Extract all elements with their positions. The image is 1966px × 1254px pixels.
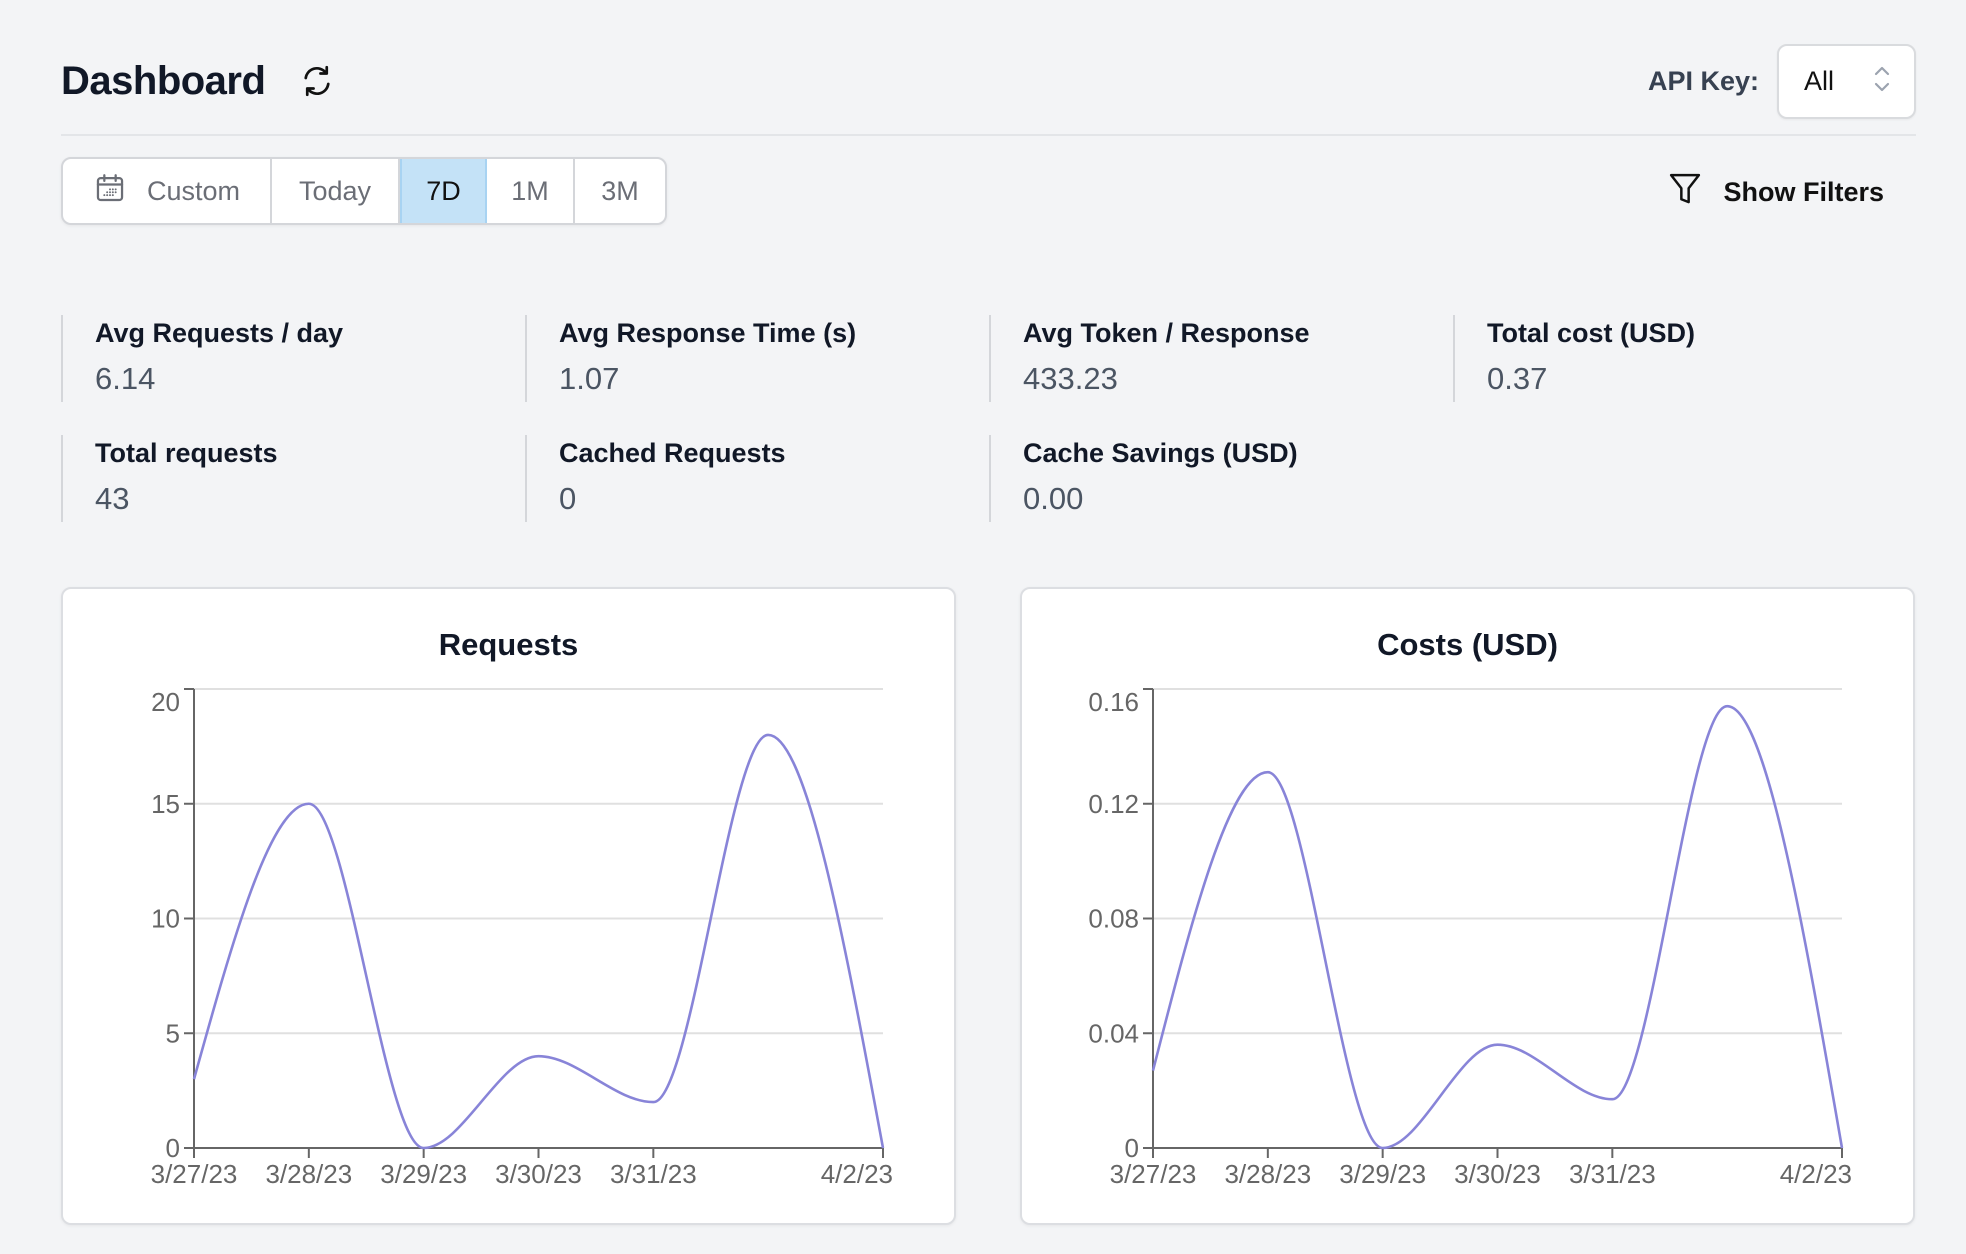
x-tick-label: 3/31/23 — [1569, 1159, 1656, 1189]
costs-chart-card: Costs (USD) 0 0.04 0.08 0.12 0.16 3/27/23 3/28… — [1020, 587, 1915, 1225]
show-filters-label: Show Filters — [1723, 177, 1884, 207]
y-tick-label: 0.16 — [1088, 687, 1139, 717]
stat-total-requests: Total requests 43 — [61, 435, 501, 522]
x-tick-label: 3/30/23 — [1454, 1159, 1541, 1189]
time-range-selector: Custom Today 7D 1M 3M — [61, 157, 667, 225]
y-tick-label: 0.04 — [1088, 1018, 1139, 1048]
series-line — [1151, 704, 1844, 1150]
stat-value: 43 — [95, 481, 130, 516]
stat-label: Avg Token / Response — [1023, 318, 1310, 348]
series-line — [192, 733, 885, 1150]
stat-avg-token-per-response: Avg Token / Response 433.23 — [989, 315, 1429, 402]
y-tick-label: 5 — [166, 1018, 180, 1048]
range-1m-button[interactable]: 1M — [487, 159, 575, 223]
x-tick-label: 3/27/23 — [1110, 1159, 1197, 1189]
range-3m-label: 3M — [601, 175, 639, 206]
stat-label: Avg Requests / day — [95, 318, 344, 348]
stat-cached-requests: Cached Requests 0 — [525, 435, 965, 522]
page-title: Dashboard — [61, 58, 266, 103]
range-7d-label: 7D — [426, 175, 461, 206]
x-tick-label: 3/27/23 — [151, 1159, 238, 1189]
stat-value: 0 — [559, 481, 577, 516]
requests-chart-card: Requests 0 5 10 15 20 3/27/23 3/28/23 3/29/23 3/… — [61, 587, 956, 1225]
x-tick-label: 4/2/23 — [821, 1159, 893, 1189]
range-today-label: Today — [298, 175, 372, 206]
chevron-up-down-icon — [1872, 63, 1892, 100]
api-key-label: API Key: — [1647, 65, 1759, 96]
stat-value: 0.37 — [1487, 361, 1548, 396]
x-tick-label: 3/28/23 — [1224, 1159, 1311, 1189]
stat-cache-savings: Cache Savings (USD) 0.00 — [989, 435, 1429, 522]
range-1m-label: 1M — [511, 175, 549, 206]
stat-label: Total requests — [95, 438, 278, 468]
y-tick-label: 15 — [151, 789, 180, 819]
range-7d-button[interactable]: 7D — [400, 159, 487, 223]
stat-value: 0.00 — [1023, 481, 1084, 516]
calendar-icon — [93, 171, 127, 212]
stat-total-cost: Total cost (USD) 0.37 — [1453, 315, 1893, 402]
stat-avg-response-time: Avg Response Time (s) 1.07 — [525, 315, 965, 402]
x-tick-label: 3/28/23 — [265, 1159, 352, 1189]
x-tick-label: 3/29/23 — [380, 1159, 467, 1189]
title-group: Dashboard — [61, 59, 335, 104]
x-tick-label: 4/2/23 — [1780, 1159, 1852, 1189]
x-tick-label: 3/30/23 — [495, 1159, 582, 1189]
refresh-icon[interactable] — [299, 63, 335, 99]
stat-label: Total cost (USD) — [1487, 318, 1695, 348]
y-tick-label: 0.08 — [1088, 904, 1139, 934]
filter-icon — [1667, 170, 1703, 215]
range-custom-button[interactable]: Custom — [63, 159, 272, 223]
stat-value: 433.23 — [1023, 361, 1118, 396]
y-tick-label: 0.12 — [1088, 789, 1139, 819]
range-custom-label: Custom — [146, 175, 241, 206]
stat-value: 1.07 — [559, 361, 620, 396]
api-key-select[interactable]: All — [1777, 43, 1916, 119]
range-today-button[interactable]: Today — [272, 159, 400, 223]
x-tick-label: 3/29/23 — [1339, 1159, 1426, 1189]
api-key-filter: API Key: All — [1647, 43, 1916, 119]
y-tick-label: 20 — [151, 687, 180, 717]
costs-chart: 00.040.080.120.163/27/23 3/28/23 3/29/23 3/… — [1088, 687, 1852, 1189]
x-tick-label: 3/31/23 — [610, 1159, 697, 1189]
page-header: Dashboard API Key: All — [61, 40, 1916, 136]
api-key-selected-value: All — [1804, 65, 1835, 96]
show-filters-button[interactable]: Show Filters — [1667, 170, 1884, 215]
stat-label: Cache Savings (USD) — [1023, 438, 1298, 468]
range-3m-button[interactable]: 3M — [575, 159, 665, 223]
requests-chart: 051015203/27/23 3/28/23 3/29/23 3/30/23 3/31… — [151, 687, 893, 1189]
stat-value: 6.14 — [95, 361, 156, 396]
y-tick-label: 10 — [151, 904, 180, 934]
stat-label: Cached Requests — [559, 438, 786, 468]
stat-avg-requests-per-day: Avg Requests / day 6.14 — [61, 315, 501, 402]
stat-label: Avg Response Time (s) — [559, 318, 857, 348]
